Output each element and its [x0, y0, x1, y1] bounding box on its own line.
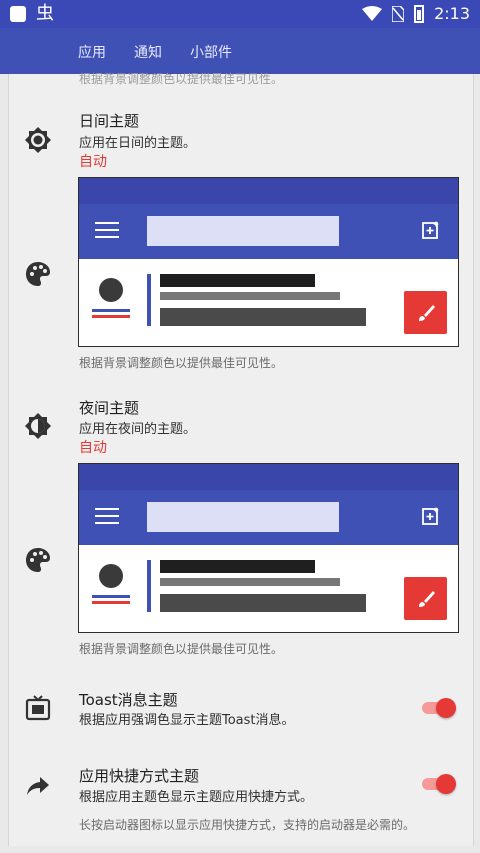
preview-search-box	[147, 502, 339, 532]
brush-icon	[418, 304, 435, 321]
settings-card: 根据背景调整颜色以提供最佳可见性。 日间主题 应用在日间的主题。 自动 根据背景…	[8, 72, 474, 846]
preview-text-line	[160, 292, 340, 300]
tab-app[interactable]: 应用	[78, 42, 106, 62]
toast-icon	[24, 694, 52, 722]
faded-description: 根据背景调整颜色以提供最佳可见性。	[79, 72, 284, 86]
no-sim-icon	[392, 5, 405, 22]
add-photo-icon	[422, 221, 439, 239]
tab-notifications[interactable]: 通知	[134, 42, 162, 62]
share-arrow-icon	[24, 771, 52, 799]
preview-avatar	[99, 564, 123, 588]
preview-text-line	[160, 578, 340, 586]
preview-fab	[404, 577, 447, 620]
menu-icon	[95, 508, 119, 526]
tab-bar: 应用 通知 小部件	[78, 42, 232, 62]
night-theme-desc: 根据背景调整颜色以提供最佳可见性。	[79, 642, 284, 656]
tab-widgets[interactable]: 小部件	[190, 42, 232, 62]
palette-icon	[24, 260, 52, 288]
clock: 2:13	[434, 4, 470, 23]
preview-status-bar	[79, 178, 458, 204]
day-theme-desc: 根据背景调整颜色以提供最佳可见性。	[79, 356, 284, 370]
preview-accent-line	[92, 601, 130, 604]
shortcut-theme-desc: 长按启动器图标以显示应用快捷方式，支持的启动器是必需的。	[79, 818, 416, 832]
preview-text-line	[160, 308, 366, 326]
day-theme-title: 日间主题	[79, 112, 140, 130]
night-theme-title: 夜间主题	[79, 399, 140, 417]
preview-primary-line	[92, 309, 130, 312]
preview-text-line	[160, 594, 366, 612]
preview-text-line	[160, 560, 315, 573]
brightness-half-icon	[24, 412, 52, 440]
toggle-thumb	[436, 698, 456, 718]
day-theme-value[interactable]: 自动	[79, 151, 107, 171]
brush-icon	[418, 590, 435, 607]
day-theme-preview[interactable]	[78, 177, 459, 347]
bug-icon: 虫	[36, 3, 54, 24]
battery-icon	[414, 4, 425, 23]
preview-text-line	[160, 274, 315, 287]
day-theme-subtitle: 应用在日间的主题。	[79, 136, 197, 151]
toast-theme-title: Toast消息主题	[79, 691, 178, 709]
brightness-icon	[24, 126, 52, 154]
preview-toolbar	[79, 490, 458, 545]
shortcut-theme-subtitle: 根据应用主题色显示主题应用快捷方式。	[79, 790, 314, 805]
preview-divider	[147, 274, 151, 326]
toggle-thumb	[436, 774, 456, 794]
preview-primary-line	[92, 595, 130, 598]
preview-avatar	[99, 278, 123, 302]
wifi-icon	[362, 5, 383, 21]
app-icon	[10, 6, 26, 22]
preview-toolbar	[79, 204, 458, 259]
palette-icon	[24, 546, 52, 574]
status-bar: 虫 2:13	[0, 0, 480, 28]
night-theme-subtitle: 应用在夜间的主题。	[79, 422, 197, 437]
night-theme-value[interactable]: 自动	[79, 437, 107, 457]
shortcut-theme-title: 应用快捷方式主题	[79, 767, 200, 785]
preview-accent-line	[92, 315, 130, 318]
menu-icon	[95, 222, 119, 240]
toast-theme-toggle[interactable]	[422, 698, 456, 718]
preview-search-box	[147, 216, 339, 246]
preview-divider	[147, 560, 151, 612]
preview-fab	[404, 291, 447, 334]
shortcut-theme-toggle[interactable]	[422, 774, 456, 794]
night-theme-preview[interactable]	[78, 463, 459, 633]
toast-theme-subtitle: 根据应用强调色显示主题Toast消息。	[79, 713, 295, 728]
preview-status-bar	[79, 464, 458, 490]
add-photo-icon	[422, 507, 439, 525]
app-bar: 应用 通知 小部件	[0, 28, 480, 74]
